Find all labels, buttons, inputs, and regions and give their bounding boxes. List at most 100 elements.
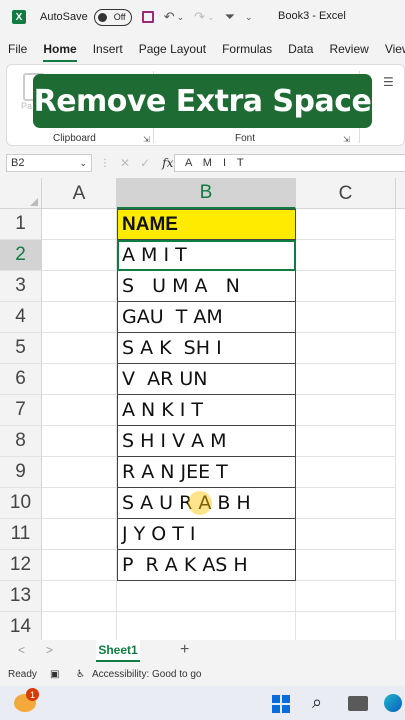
cell-b[interactable]: S A U R A B H (117, 488, 296, 519)
filter-icon[interactable]: ⏷ (225, 9, 235, 25)
align-icon[interactable]: ☰ (383, 75, 394, 89)
row-header[interactable]: 8 (0, 426, 42, 457)
cell-c[interactable] (296, 333, 396, 364)
cancel-icon[interactable]: ✕ (120, 156, 130, 170)
cell-a[interactable] (42, 550, 117, 581)
cell-c[interactable] (296, 209, 396, 240)
cell-c[interactable] (296, 240, 396, 271)
tab-home[interactable]: Home (35, 38, 84, 62)
tab-insert[interactable]: Insert (85, 38, 131, 62)
chevron-left-icon[interactable]: < (18, 643, 25, 657)
cell-c[interactable] (296, 302, 396, 333)
row-header[interactable]: 7 (0, 395, 42, 426)
cell-b[interactable] (117, 581, 296, 612)
cell-a[interactable] (42, 581, 117, 612)
cell-c[interactable] (296, 395, 396, 426)
cell-b[interactable]: R A N JEE T (117, 457, 296, 488)
cell-c[interactable] (296, 519, 396, 550)
row-header[interactable]: 3 (0, 271, 42, 302)
row-header[interactable]: 2 (0, 240, 42, 271)
cell-c[interactable] (296, 457, 396, 488)
accessibility-status[interactable]: Accessibility: Good to go (92, 669, 202, 680)
save-icon[interactable] (141, 11, 154, 23)
row-header[interactable]: 4 (0, 302, 42, 333)
cell-a[interactable] (42, 302, 117, 333)
row-header[interactable]: 6 (0, 364, 42, 395)
paste-label: Pa (21, 101, 33, 111)
sheet-tab-sheet1[interactable]: Sheet1 (96, 640, 140, 662)
cell-b[interactable]: GAU T AM (117, 302, 296, 333)
cell-a[interactable] (42, 395, 117, 426)
column-header-c[interactable]: C (296, 178, 396, 209)
row-header[interactable]: 5 (0, 333, 42, 364)
column-header-a[interactable]: A (42, 178, 117, 209)
tab-file[interactable]: File (0, 38, 35, 62)
row-header[interactable]: 12 (0, 550, 42, 581)
cell-a[interactable] (42, 209, 117, 240)
cell-a[interactable] (42, 271, 117, 302)
grid-row: 9 R A N JEE T (0, 457, 405, 488)
header-cell-name[interactable]: NAME (117, 209, 296, 240)
cell-a[interactable] (42, 364, 117, 395)
select-all-corner[interactable] (0, 178, 42, 209)
redo-icon[interactable]: ↷ (194, 9, 205, 25)
undo-icon[interactable]: ↶ (164, 9, 175, 25)
enter-icon[interactable]: ✓ (140, 156, 150, 170)
search-icon[interactable]: ⌕ (312, 692, 322, 713)
cell-a[interactable] (42, 426, 117, 457)
macro-record-icon[interactable]: ▣ (50, 669, 59, 680)
tab-view[interactable]: View (377, 38, 405, 62)
tab-review[interactable]: Review (321, 38, 376, 62)
cell-b[interactable] (117, 612, 296, 640)
cell-b[interactable]: V AR UN (117, 364, 296, 395)
cell-a[interactable] (42, 612, 117, 640)
row-header[interactable]: 9 (0, 457, 42, 488)
chevron-right-icon[interactable]: > (46, 643, 53, 657)
cell-c[interactable] (296, 364, 396, 395)
grid-row: 12 P R A K AS H (0, 550, 405, 581)
spreadsheet-grid[interactable]: A B C 1 NAME 2 A M I T 3 S U M A N 4 GAU T AM 5 S… (0, 178, 405, 640)
accessibility-icon[interactable]: ♿ (76, 669, 85, 680)
cell-b[interactable]: J Y O T I (117, 519, 296, 550)
cell-b[interactable]: S H I V A M (117, 426, 296, 457)
cell-c[interactable] (296, 612, 396, 640)
cell-a[interactable] (42, 333, 117, 364)
insert-function-icon[interactable]: fx (162, 156, 173, 170)
tab-page-layout[interactable]: Page Layout (131, 38, 214, 62)
cell-b[interactable]: P R A K AS H (117, 550, 296, 581)
tab-formulas[interactable]: Formulas (214, 38, 280, 62)
cell-c[interactable] (296, 550, 396, 581)
cell-a[interactable] (42, 457, 117, 488)
row-header[interactable]: 11 (0, 519, 42, 550)
row-header[interactable]: 10 (0, 488, 42, 519)
cell-b[interactable]: S U M A N (117, 271, 296, 302)
chevron-down-icon[interactable]: ⌄ (79, 158, 87, 169)
name-box[interactable]: B2 ⌄ (6, 154, 92, 172)
undo-dropdown-icon[interactable]: ⌄ (177, 12, 185, 23)
row-header[interactable]: 14 (0, 612, 42, 640)
cell-a[interactable] (42, 240, 117, 271)
column-header-b[interactable]: B (117, 178, 296, 209)
add-sheet-button[interactable]: + (180, 641, 189, 659)
cell-a[interactable] (42, 519, 117, 550)
edge-browser-icon[interactable] (384, 694, 402, 712)
tab-data[interactable]: Data (280, 38, 321, 62)
cell-c[interactable] (296, 488, 396, 519)
cell-b[interactable]: S A K SH I (117, 333, 296, 364)
formula-input[interactable]: A M I T (174, 154, 405, 172)
windows-start-icon[interactable] (272, 695, 290, 713)
cell-a[interactable] (42, 488, 117, 519)
clipboard-launcher-icon[interactable]: ⇲ (143, 135, 150, 144)
customize-toolbar-icon[interactable]: ⌄ (245, 12, 253, 23)
cell-c[interactable] (296, 581, 396, 612)
redo-dropdown-icon[interactable]: ⌄ (207, 12, 215, 23)
cell-c[interactable] (296, 426, 396, 457)
row-header[interactable]: 1 (0, 209, 42, 240)
row-header[interactable]: 13 (0, 581, 42, 612)
file-explorer-icon[interactable] (348, 696, 368, 711)
cell-b[interactable]: A N K I T (117, 395, 296, 426)
cell-c[interactable] (296, 271, 396, 302)
autosave-toggle[interactable]: Off (93, 8, 132, 26)
font-launcher-icon[interactable]: ⇲ (343, 135, 350, 144)
cell-b[interactable]: A M I T (117, 240, 296, 271)
